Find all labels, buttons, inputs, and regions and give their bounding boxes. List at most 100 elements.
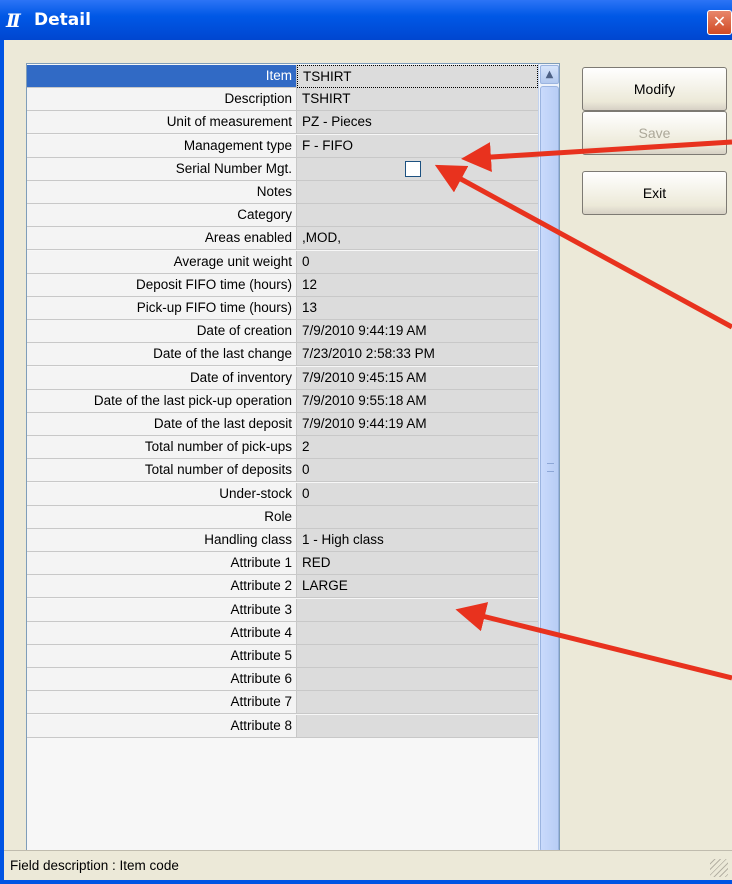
grid-row[interactable]: Total number of pick-ups 2 <box>27 436 538 460</box>
row-value[interactable]: 1 - High class <box>297 529 538 552</box>
row-label: Areas enabled <box>27 227 297 251</box>
row-value[interactable] <box>297 621 538 645</box>
row-label: Category <box>27 204 297 228</box>
row-value[interactable]: 0 <box>297 482 538 506</box>
row-label: Deposit FIFO time (hours) <box>27 273 297 297</box>
serial-number-checkbox[interactable] <box>405 160 421 177</box>
row-label: Date of inventory <box>27 366 297 390</box>
row-value[interactable]: 12 <box>297 273 538 297</box>
grid-row[interactable]: Attribute 3 <box>27 598 538 622</box>
row-label: Management type <box>27 134 297 158</box>
row-value[interactable]: PZ - Pieces <box>297 111 538 135</box>
row-label: Attribute 6 <box>27 668 297 692</box>
row-value[interactable]: LARGE <box>297 575 538 599</box>
row-label: Under-stock <box>27 482 297 506</box>
vertical-scrollbar[interactable]: ▲ ▼ <box>538 64 559 875</box>
save-button[interactable]: Save <box>582 111 727 155</box>
row-value[interactable]: 7/9/2010 9:44:19 AM <box>297 413 538 436</box>
app-logo-icon: II <box>6 10 21 32</box>
chevron-up-icon: ▲ <box>545 69 554 80</box>
grid-row[interactable]: Category <box>27 204 538 228</box>
scroll-thumb[interactable] <box>540 86 559 852</box>
grid-row[interactable]: Attribute 5 <box>27 645 538 668</box>
grid-row[interactable]: Handling class 1 - High class <box>27 529 538 552</box>
grid-row[interactable]: Item TSHIRT <box>27 65 538 88</box>
grid-row[interactable]: Unit of measurement PZ - Pieces <box>27 111 538 135</box>
close-button[interactable]: ✕ <box>707 10 732 35</box>
grid-row[interactable]: Role <box>27 505 538 529</box>
grip-icon <box>547 463 554 472</box>
row-value[interactable]: 2 <box>297 436 538 460</box>
row-label: Handling class <box>27 529 297 552</box>
row-label: Attribute 4 <box>27 621 297 645</box>
grid-row[interactable]: Notes <box>27 181 538 204</box>
modify-button[interactable]: Modify <box>582 67 727 111</box>
row-value[interactable]: 0 <box>297 459 538 483</box>
row-value[interactable]: 7/9/2010 9:55:18 AM <box>297 389 538 413</box>
row-value[interactable]: 7/9/2010 9:44:19 AM <box>297 320 538 344</box>
grid-row[interactable]: Date of inventory 7/9/2010 9:45:15 AM <box>27 366 538 390</box>
grid-row[interactable]: Attribute 4 <box>27 621 538 645</box>
grid-row[interactable]: Attribute 6 <box>27 668 538 692</box>
grid-row[interactable]: Deposit FIFO time (hours) 12 <box>27 273 538 297</box>
row-label: Attribute 8 <box>27 714 297 738</box>
row-value[interactable] <box>297 645 538 668</box>
grid-row[interactable]: Management type F - FIFO <box>27 134 538 158</box>
scroll-up-button[interactable]: ▲ <box>540 65 559 84</box>
row-label: Total number of pick-ups <box>27 436 297 460</box>
grid-row[interactable]: Areas enabled ,MOD, <box>27 227 538 251</box>
row-label: Attribute 3 <box>27 598 297 622</box>
row-value[interactable] <box>297 668 538 692</box>
row-value[interactable]: TSHIRT <box>297 65 538 88</box>
row-value[interactable] <box>297 204 538 228</box>
row-value[interactable] <box>297 157 538 181</box>
row-value[interactable] <box>297 691 538 715</box>
exit-button[interactable]: Exit <box>582 171 727 215</box>
grid-row[interactable]: Date of the last deposit 7/9/2010 9:44:19… <box>27 413 538 436</box>
grid-row[interactable]: Attribute 8 <box>27 714 538 738</box>
grid-row[interactable]: Date of creation 7/9/2010 9:44:19 AM <box>27 320 538 344</box>
grid-row[interactable]: Description TSHIRT <box>27 88 538 112</box>
grid-row[interactable]: Date of the last change 7/23/2010 2:58:33… <box>27 343 538 367</box>
row-label: Attribute 7 <box>27 691 297 715</box>
row-value[interactable]: 7/23/2010 2:58:33 PM <box>297 343 538 367</box>
grid-row[interactable]: Total number of deposits 0 <box>27 459 538 483</box>
grid-row[interactable]: Attribute 1 RED <box>27 552 538 576</box>
row-value[interactable]: 0 <box>297 250 538 274</box>
property-grid: Item TSHIRT Description TSHIRT Unit of measu… <box>26 63 560 876</box>
grid-row[interactable]: Attribute 7 <box>27 691 538 715</box>
grid-row[interactable]: Attribute 2 LARGE <box>27 575 538 599</box>
window-title: Detail <box>34 10 91 30</box>
row-label: Date of the last deposit <box>27 413 297 436</box>
row-value[interactable] <box>297 505 538 529</box>
row-label: Average unit weight <box>27 250 297 274</box>
row-label: Date of the last change <box>27 343 297 367</box>
grid-row[interactable]: Serial Number Mgt. <box>27 157 538 181</box>
grid-row[interactable]: Under-stock 0 <box>27 482 538 506</box>
row-value[interactable]: 13 <box>297 297 538 320</box>
row-label: Attribute 1 <box>27 552 297 576</box>
row-value[interactable] <box>297 714 538 738</box>
grid-row[interactable]: Pick-up FIFO time (hours) 13 <box>27 297 538 320</box>
row-label: Unit of measurement <box>27 111 297 135</box>
row-value[interactable] <box>297 598 538 622</box>
row-label: Date of the last pick-up operation <box>27 389 297 413</box>
grid-row[interactable]: Date of the last pick-up operation 7/9/20… <box>27 389 538 413</box>
row-label: Attribute 2 <box>27 575 297 599</box>
row-value[interactable]: RED <box>297 552 538 576</box>
grid-row[interactable]: Average unit weight 0 <box>27 250 538 274</box>
row-value[interactable]: ,MOD, <box>297 227 538 251</box>
title-bar[interactable]: II Detail ✕ <box>0 0 732 40</box>
row-label: Total number of deposits <box>27 459 297 483</box>
resize-grip-icon[interactable] <box>710 859 728 877</box>
row-label: Pick-up FIFO time (hours) <box>27 297 297 320</box>
row-value[interactable]: F - FIFO <box>297 134 538 158</box>
row-value[interactable] <box>297 181 538 204</box>
row-value[interactable]: TSHIRT <box>297 88 538 112</box>
row-label: Serial Number Mgt. <box>27 157 297 181</box>
row-label: Description <box>27 88 297 112</box>
row-label: Notes <box>27 181 297 204</box>
row-label: Attribute 5 <box>27 645 297 668</box>
row-value[interactable]: 7/9/2010 9:45:15 AM <box>297 366 538 390</box>
client-area: Item TSHIRT Description TSHIRT Unit of measu… <box>4 40 732 880</box>
